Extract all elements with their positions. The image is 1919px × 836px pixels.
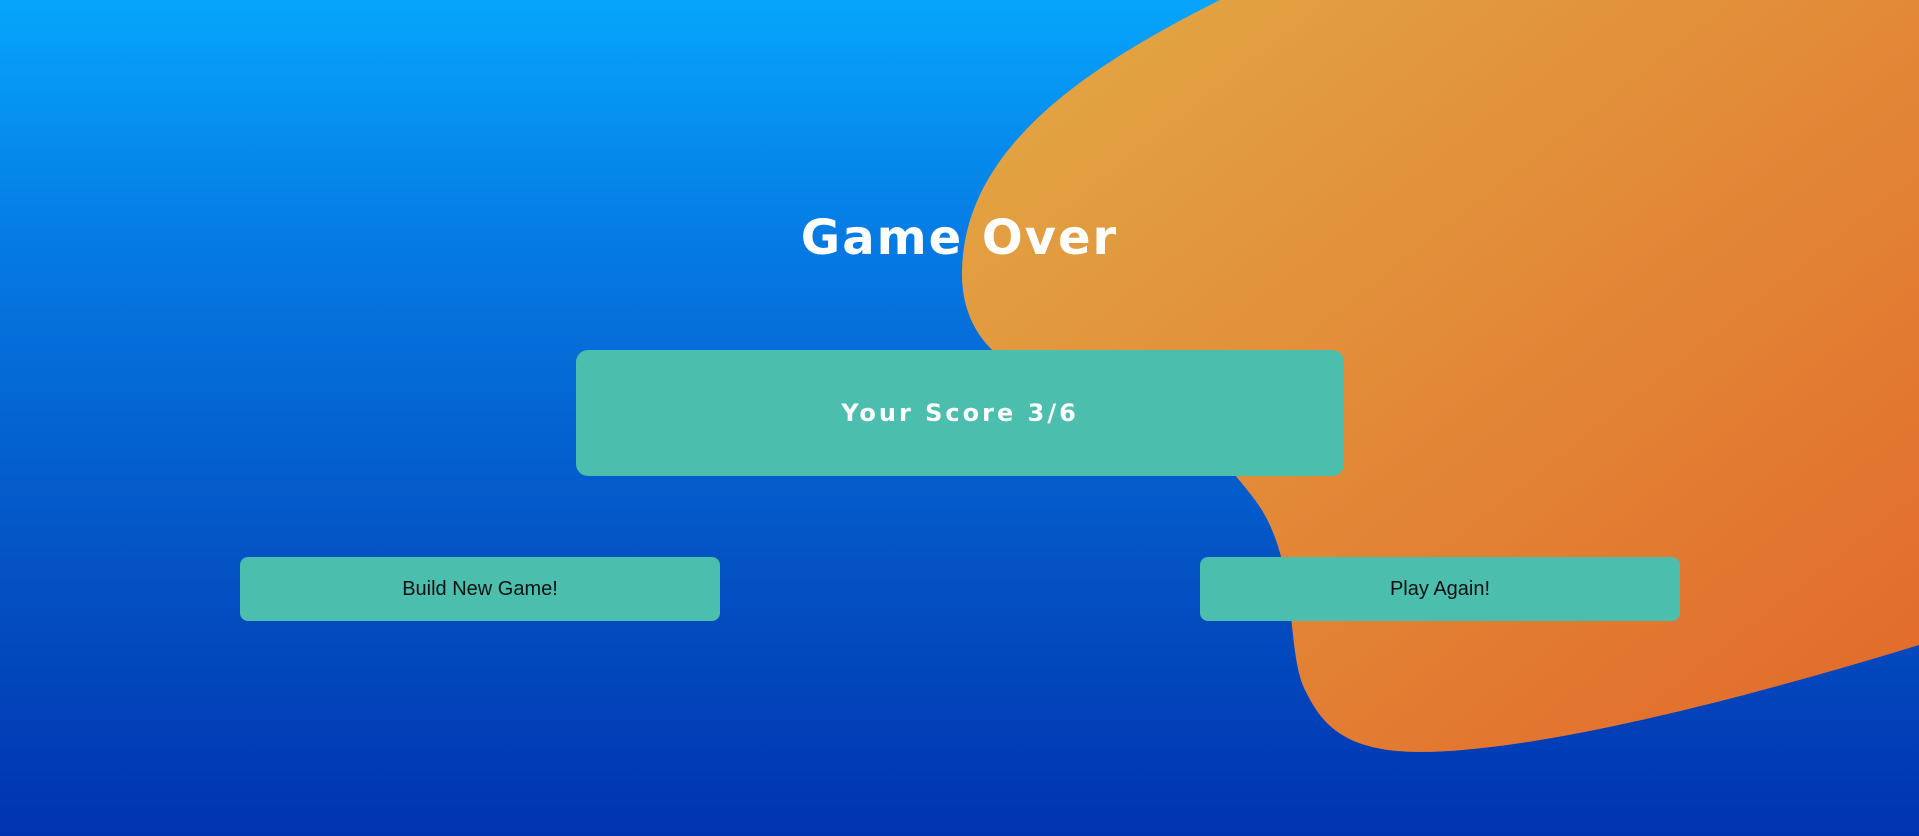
score-card: Your Score 3/6 [576,350,1344,476]
play-again-button[interactable]: Play Again! [1200,557,1680,621]
build-new-game-button[interactable]: Build New Game! [240,557,720,621]
score-text: Your Score 3/6 [841,399,1079,427]
game-over-title: Game Over [800,210,1119,266]
